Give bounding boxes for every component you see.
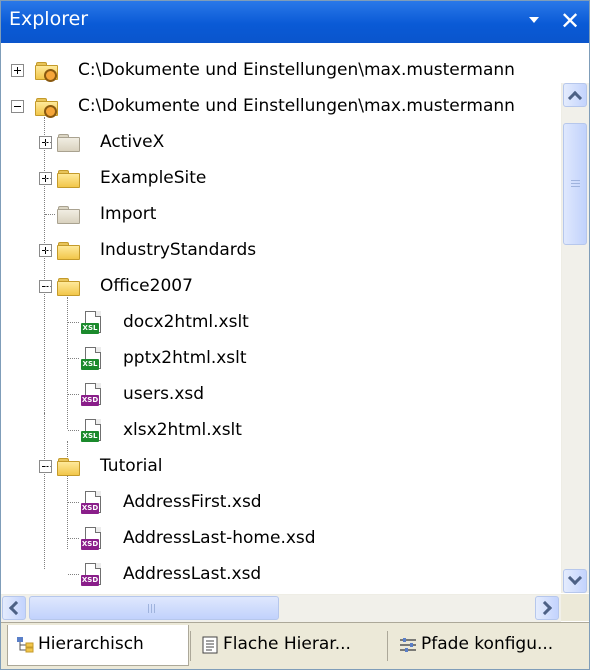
file-row[interactable]: XSD users.xsd (1, 377, 561, 413)
folder-row[interactable]: C:\Dokumente und Einstellungen\max.muste… (1, 53, 561, 89)
file-badge: XSD (81, 575, 99, 586)
tree-guide-line (68, 430, 79, 431)
tree-guide-line (68, 322, 79, 323)
folder-icon (57, 458, 80, 476)
explorer-panel: Explorer ✕ C:\Dokumente und Einstellunge… (0, 0, 590, 670)
folder-label: Import (100, 204, 157, 224)
tree-guide-line (45, 286, 51, 287)
folder-gear-icon (35, 98, 58, 118)
folder-row[interactable]: ActiveX (1, 125, 561, 161)
file-row[interactable]: XSL pptx2html.xslt (1, 341, 561, 377)
tree-guide-line (45, 178, 51, 179)
scrollbar-corner (561, 594, 589, 621)
folder-label: Office2007 (100, 276, 193, 296)
horizontal-scrollbar[interactable] (1, 594, 561, 622)
file-badge: XSD (81, 539, 99, 550)
folder-label: C:\Dokumente und Einstellungen\max.muste… (78, 96, 515, 116)
panel-menu-arrow-icon[interactable] (529, 17, 539, 23)
file-label: pptx2html.xslt (123, 348, 247, 368)
folder-row[interactable]: IndustryStandards (1, 233, 561, 269)
file-badge: XSL (81, 359, 99, 370)
tab-hierarchisch[interactable]: Hierarchisch (7, 625, 189, 666)
file-label: AddressLast.xsd (123, 564, 262, 584)
folder-gear-icon (35, 62, 58, 82)
chevron-left-icon (8, 600, 24, 616)
file-label: AddressFirst.xsd (123, 492, 262, 512)
folder-row[interactable]: Office2007 (1, 269, 561, 305)
folder-icon (57, 242, 80, 260)
folder-grey-icon (57, 206, 80, 224)
file-label: users.xsd (123, 384, 205, 404)
tab-label: Flache Hierar... (223, 634, 351, 654)
folder-label: ExampleSite (100, 168, 207, 188)
expand-toggle-icon[interactable] (11, 64, 24, 77)
file-badge: XSL (81, 323, 99, 334)
tree-guide-line (45, 250, 51, 251)
folder-icon (57, 170, 80, 188)
chevron-down-icon (567, 570, 583, 586)
vertical-scroll-thumb[interactable] (563, 123, 587, 245)
horizontal-scroll-thumb[interactable] (29, 596, 279, 620)
tree-guide-line (45, 466, 51, 467)
folder-icon (57, 278, 80, 296)
xsl-file-icon: XSL (81, 419, 103, 443)
vertical-scrollbar[interactable] (561, 83, 589, 593)
file-label: AddressLast-home.xsd (123, 528, 316, 548)
tree-guide-line (68, 502, 79, 503)
tree-guide-line (68, 358, 79, 359)
tree-guide-line (45, 142, 51, 143)
panel-title-bar: Explorer ✕ (1, 1, 589, 43)
panel-title: Explorer (9, 8, 89, 30)
folder-label: IndustryStandards (100, 240, 257, 260)
tree-guide-line (68, 574, 79, 575)
tab-label: Hierarchisch (38, 634, 144, 654)
tab-label: Pfade konfigu... (421, 634, 554, 654)
collapse-toggle-icon[interactable] (11, 100, 24, 113)
file-badge: XSD (81, 395, 99, 406)
scroll-left-button[interactable] (2, 596, 26, 620)
file-row[interactable]: XSD AddressLast.xsd (1, 557, 561, 593)
xsd-file-icon: XSD (81, 383, 103, 407)
folder-row[interactable]: ExampleSite (1, 161, 561, 197)
chevron-right-icon (537, 600, 553, 616)
file-label: xlsx2html.xslt (123, 420, 242, 440)
file-tree: C:\Dokumente und Einstellungen\max.muste… (1, 43, 561, 593)
xsl-file-icon: XSL (81, 347, 103, 371)
scroll-right-button[interactable] (535, 596, 559, 620)
folder-grey-icon (57, 134, 80, 152)
close-icon[interactable]: ✕ (557, 6, 583, 36)
view-tab-bar: Hierarchisch Flache Hierar... Pfade konf… (1, 622, 589, 669)
gear-icon (44, 105, 57, 118)
tab-pfade-konfigurieren[interactable]: Pfade konfigu... (391, 625, 587, 665)
hierarchy-icon (17, 637, 34, 653)
scroll-down-button[interactable] (563, 569, 587, 593)
chevron-up-icon (567, 90, 583, 106)
folder-label: ActiveX (100, 132, 165, 152)
xsd-file-icon: XSD (81, 563, 103, 587)
tree-guide-line (68, 538, 79, 539)
file-row[interactable]: XSD AddressLast-home.xsd (1, 521, 561, 557)
configure-paths-icon (400, 638, 416, 652)
folder-row[interactable]: C:\Dokumente und Einstellungen\max.muste… (1, 89, 561, 125)
gear-icon (44, 69, 57, 82)
file-badge: XSL (81, 431, 99, 442)
file-label: docx2html.xslt (123, 312, 249, 332)
xsl-file-icon: XSL (81, 311, 103, 335)
xsd-file-icon: XSD (81, 491, 103, 515)
tree-guide-line (68, 394, 79, 395)
file-row[interactable]: XSL docx2html.xslt (1, 305, 561, 341)
file-row[interactable]: XSL xlsx2html.xslt (1, 413, 561, 449)
folder-row[interactable]: Tutorial (1, 449, 561, 485)
document-icon (202, 636, 218, 654)
tree-guide-line (45, 214, 55, 215)
folder-label: Tutorial (100, 456, 163, 476)
file-row[interactable]: XSD AddressFirst.xsd (1, 485, 561, 521)
tab-flache-hierarchie[interactable]: Flache Hierar... (193, 625, 383, 665)
xsd-file-icon: XSD (81, 527, 103, 551)
scroll-up-button[interactable] (563, 83, 587, 107)
folder-row[interactable]: Import (1, 197, 561, 233)
file-badge: XSD (81, 503, 99, 514)
folder-label: C:\Dokumente und Einstellungen\max.muste… (78, 60, 515, 80)
